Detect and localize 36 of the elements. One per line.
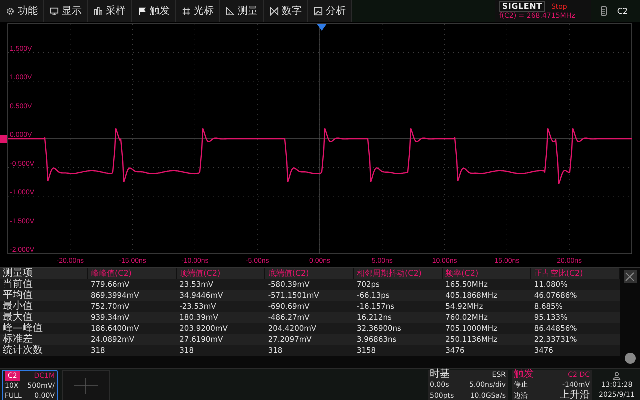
row-label: 标准差 (0, 334, 88, 345)
image-icon (314, 6, 323, 16)
menu-item[interactable]: 采样 (88, 0, 132, 22)
column-header: 测量项 (0, 268, 88, 279)
menu-item[interactable]: 测量 (220, 0, 264, 22)
close-button[interactable] (624, 270, 636, 283)
trigger-position-icon[interactable] (317, 24, 327, 31)
bars-icon (94, 6, 103, 16)
row-label: 平均值 (0, 290, 88, 301)
flag-icon (138, 6, 147, 16)
menu-item[interactable]: 数字 (264, 0, 308, 22)
row-label: 统计次数 (0, 345, 88, 356)
grid-icon (182, 6, 191, 16)
trigger-slope: 上升沿 (560, 390, 590, 400)
channel-label: C2 (617, 6, 628, 16)
menu-item[interactable]: 光标 (176, 0, 220, 22)
round-button[interactable] (624, 353, 636, 364)
menu-item[interactable]: 功能 (0, 0, 44, 22)
timebase-title: 时基 (430, 370, 450, 380)
row-label: 最大值 (0, 312, 88, 323)
gear-icon (6, 6, 15, 16)
bowtie-icon (270, 6, 279, 16)
menu-item[interactable]: 显示 (44, 0, 88, 22)
row-label: 当前值 (0, 279, 88, 290)
channel-marker-icon[interactable] (0, 135, 7, 143)
brand-logo: SIGLENT (499, 1, 546, 12)
user-icon[interactable] (613, 372, 621, 380)
trigger-title: 触发 (514, 370, 534, 380)
row-label: 峰—峰值 (0, 323, 88, 334)
monitor-icon (50, 6, 59, 16)
menu-item[interactable]: 分析 (308, 0, 352, 22)
row-label: 最小值 (0, 301, 88, 312)
ruler-icon (226, 6, 235, 16)
menu-item[interactable]: 触发 (132, 0, 176, 22)
battery-icon (601, 6, 608, 16)
plus-icon (71, 376, 101, 396)
